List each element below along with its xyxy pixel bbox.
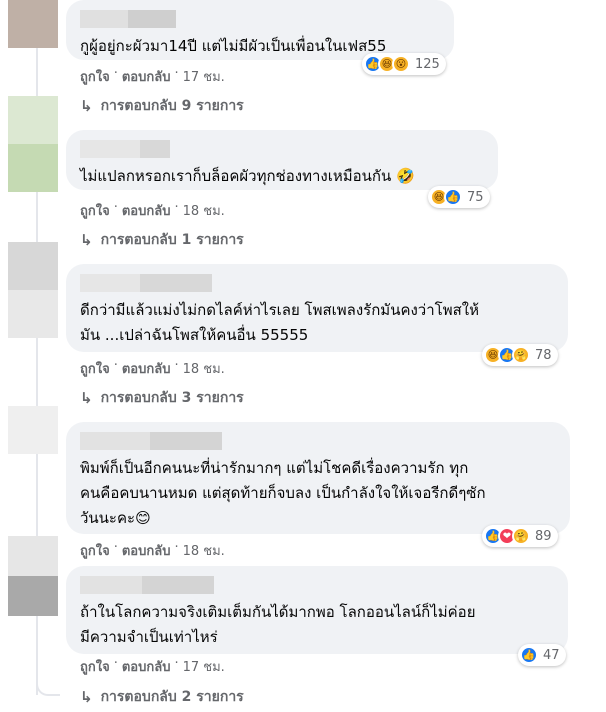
comment-text: ดีกว่ามีแล้วแม่งไม่กดไลค์ห่าไรเลย โพสเพล… — [80, 301, 479, 344]
comment-bubble: ดีกว่ามีแล้วแม่งไม่กดไลค์ห่าไรเลย โพสเพล… — [66, 264, 568, 352]
reply-link[interactable]: ตอบกลับ — [122, 66, 171, 87]
separator: · — [113, 200, 118, 215]
view-replies-link[interactable]: ↳ การตอบกลับ 1 รายการ — [80, 229, 244, 251]
comment-bubble: กูผู้อยู่กะผัวมา14ปี แต่ไม่มีผัวเป็นเพื่… — [66, 0, 454, 60]
reactions-summary[interactable]: 👍 ❤ 🤗 89 — [482, 525, 558, 547]
reactions-summary[interactable]: 😆 👍 🤗 78 — [482, 344, 558, 366]
separator: · — [174, 200, 179, 215]
separator: · — [174, 66, 179, 81]
view-replies-link[interactable]: ↳ การตอบกลับ 3 รายการ — [80, 387, 244, 409]
replies-label: การตอบกลับ 9 รายการ — [100, 98, 244, 114]
timestamp[interactable]: 17 ชม. — [183, 66, 225, 87]
avatar[interactable] — [8, 96, 58, 194]
separator: · — [113, 358, 118, 373]
reaction-count: 75 — [467, 189, 484, 205]
care-reaction-icon: 🤗 — [512, 346, 530, 364]
reply-arrow-icon: ↳ — [80, 389, 93, 407]
comment-bubble: พิมพ์ก็เป็นอีกคนนะที่น่ารักมากๆ แต่ไม่โช… — [66, 422, 570, 534]
timestamp[interactable]: 18 ชม. — [183, 540, 225, 561]
separator: · — [174, 540, 179, 555]
reactions-summary[interactable]: 😆 👍 75 — [428, 186, 490, 208]
like-reaction-icon: 👍 — [520, 646, 538, 664]
comment-actions: ถูกใจ · ตอบกลับ · 17 ชม. — [80, 66, 225, 87]
separator: · — [174, 358, 179, 373]
author-name-redacted[interactable] — [80, 10, 442, 28]
like-link[interactable]: ถูกใจ — [80, 66, 110, 87]
comment-text: ไม่แปลกหรอกเราก็บล็อคผัวทุกช่องทางเหมือน… — [80, 167, 415, 185]
reply-link[interactable]: ตอบกลับ — [122, 540, 171, 561]
comment-bubble: ถ้าในโลกความจริงเติมเต็มกันได้มากพอ โลกอ… — [66, 566, 568, 654]
timestamp[interactable]: 18 ชม. — [183, 358, 225, 379]
comment-bubble: ไม่แปลกหรอกเราก็บล็อคผัวทุกช่องทางเหมือน… — [66, 130, 498, 190]
thread-hook — [36, 680, 60, 696]
avatar[interactable] — [8, 0, 58, 50]
avatar[interactable] — [8, 536, 58, 616]
wow-reaction-icon: 😮 — [392, 55, 410, 73]
reply-arrow-icon: ↳ — [80, 97, 93, 115]
timestamp[interactable]: 18 ชม. — [183, 200, 225, 221]
avatar[interactable] — [8, 406, 58, 456]
comment-actions: ถูกใจ · ตอบกลับ · 18 ชม. — [80, 358, 225, 379]
comment-text: ถ้าในโลกความจริงเติมเต็มกันได้มากพอ โลกอ… — [80, 603, 476, 646]
replies-label: การตอบกลับ 3 รายการ — [100, 390, 244, 406]
view-replies-link[interactable]: ↳ การตอบกลับ 9 รายการ — [80, 95, 244, 117]
separator: · — [113, 66, 118, 81]
reaction-count: 47 — [543, 647, 560, 663]
separator: · — [113, 656, 118, 671]
like-link[interactable]: ถูกใจ — [80, 200, 110, 221]
comment-actions: ถูกใจ · ตอบกลับ · 18 ชม. — [80, 200, 225, 221]
comment-actions: ถูกใจ · ตอบกลับ · 17 ชม. — [80, 656, 225, 677]
reaction-count: 78 — [535, 347, 552, 363]
separator: · — [174, 656, 179, 671]
avatar[interactable] — [8, 242, 58, 340]
replies-label: การตอบกลับ 2 รายการ — [100, 689, 244, 705]
reaction-count: 125 — [415, 56, 440, 72]
like-link[interactable]: ถูกใจ — [80, 656, 110, 677]
reply-link[interactable]: ตอบกลับ — [122, 358, 171, 379]
author-name-redacted[interactable] — [80, 274, 556, 292]
reply-arrow-icon: ↳ — [80, 688, 93, 706]
comment-actions: ถูกใจ · ตอบกลับ · 18 ชม. — [80, 540, 225, 561]
author-name-redacted[interactable] — [80, 576, 556, 594]
comment-text: พิมพ์ก็เป็นอีกคนนะที่น่ารักมากๆ แต่ไม่โช… — [80, 459, 486, 527]
author-name-redacted[interactable] — [80, 140, 486, 158]
like-link[interactable]: ถูกใจ — [80, 358, 110, 379]
reactions-summary[interactable]: 👍 47 — [518, 644, 566, 666]
author-name-redacted[interactable] — [80, 432, 558, 450]
replies-label: การตอบกลับ 1 รายการ — [100, 232, 244, 248]
reply-link[interactable]: ตอบกลับ — [122, 656, 171, 677]
reply-link[interactable]: ตอบกลับ — [122, 200, 171, 221]
reply-arrow-icon: ↳ — [80, 231, 93, 249]
care-reaction-icon: 🤗 — [512, 527, 530, 545]
like-link[interactable]: ถูกใจ — [80, 540, 110, 561]
reactions-summary[interactable]: 👍 😆 😮 125 — [362, 53, 446, 75]
separator: · — [113, 540, 118, 555]
timestamp[interactable]: 17 ชม. — [183, 656, 225, 677]
like-reaction-icon: 👍 — [444, 188, 462, 206]
reaction-count: 89 — [535, 528, 552, 544]
view-replies-link[interactable]: ↳ การตอบกลับ 2 รายการ — [80, 686, 244, 708]
